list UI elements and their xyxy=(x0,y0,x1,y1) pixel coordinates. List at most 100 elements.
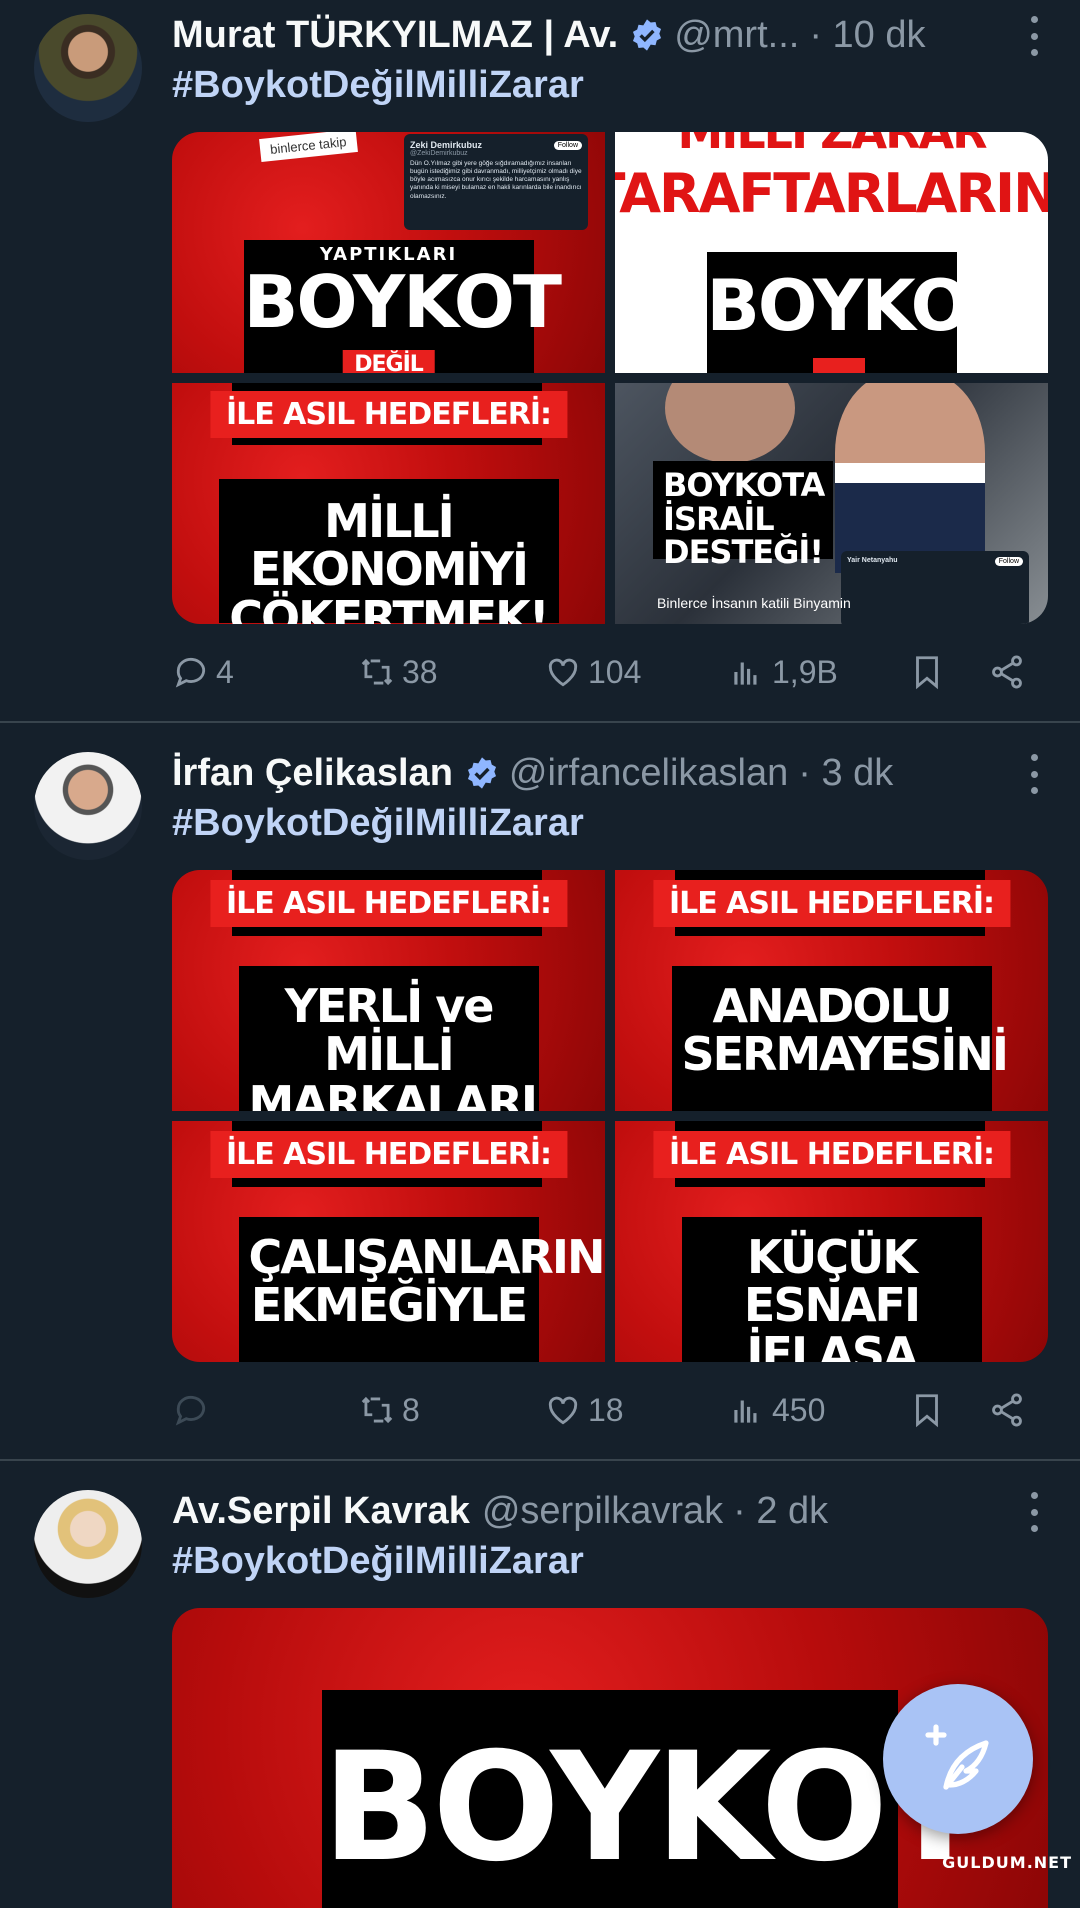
tweet-time: · 3 dk xyxy=(798,751,894,794)
author-name[interactable]: İrfan Çelikaslan xyxy=(172,752,453,795)
overlay-text-box: YERLİ ve MİLLİ MARKALARI xyxy=(238,966,539,1111)
reply-button[interactable] xyxy=(172,1388,216,1432)
like-button[interactable]: 18 xyxy=(544,1388,624,1432)
media-image-1[interactable]: binlerce takip Zeki Demirkubuz Follow @Z… xyxy=(172,132,605,373)
tweet-header: Murat TÜRKYILMAZ | Av. @mrt... · 10 dk xyxy=(172,10,1060,60)
overlay-text-box: ANADOLU SERMAYESİNİ xyxy=(671,966,1009,1111)
share-button[interactable] xyxy=(988,650,1026,694)
heart-icon xyxy=(548,658,578,687)
more-options-icon[interactable] xyxy=(1028,1492,1040,1532)
card-follow-button: Follow xyxy=(553,140,582,150)
media-image-3[interactable]: İLE ASIL HEDEFLERİ: ÇALIŞANLARIN EKMEĞİY… xyxy=(172,1121,605,1362)
like-button[interactable]: 104 xyxy=(544,650,641,694)
verified-badge-icon xyxy=(467,757,496,789)
watermark: GULDUM.NET xyxy=(942,1853,1072,1872)
overlay-text-box: BOYKOTA İSRAİL DESTEĞİ! xyxy=(653,461,833,569)
reply-icon xyxy=(175,657,206,688)
more-options-icon[interactable] xyxy=(1028,754,1040,794)
overlay-text-box: KÜÇÜK ESNAFI İFLASA xyxy=(681,1217,982,1362)
retweet-button[interactable]: 38 xyxy=(358,650,438,694)
card-handle: @ZekiDemirkubuz xyxy=(410,150,468,157)
overlay-text-box: BOYKOT xyxy=(706,252,1016,373)
overlay-band: İLE ASIL HEDEFLERİ: xyxy=(209,880,568,927)
reply-count: 4 xyxy=(216,653,234,690)
author-handle[interactable]: @mrt... xyxy=(674,14,799,57)
bookmark-button[interactable] xyxy=(908,1388,946,1432)
tweet-time: · 2 dk xyxy=(733,1489,829,1532)
card-text: Dün O.Yılmaz gibi yere göğe sığdıramadığ… xyxy=(410,160,582,200)
overlay-band: İLE ASIL HEDEFLERİ: xyxy=(209,1131,568,1178)
card-follow-button: Follow xyxy=(994,557,1023,566)
red-accent xyxy=(813,358,865,373)
person-left xyxy=(665,383,795,463)
share-icon xyxy=(992,1393,1022,1427)
retweet-icon xyxy=(361,658,393,686)
hashtag-link[interactable]: #BoykotDeğilMilliZarar xyxy=(172,64,584,107)
media-image-4[interactable]: İLE ASIL HEDEFLERİ: KÜÇÜK ESNAFI İFLASA xyxy=(615,1121,1048,1362)
person-right xyxy=(835,383,985,573)
media-image-2[interactable]: İLE ASIL HEDEFLERİ: ANADOLU SERMAYESİNİ xyxy=(615,870,1048,1111)
views-button[interactable]: 1,9B xyxy=(728,650,838,694)
overlay-band: İLE ASIL HEDEFLERİ: xyxy=(652,1131,1011,1178)
media-image-3[interactable]: İLE ASIL HEDEFLERİ: MİLLİ EKONOMİYİ ÇÖKE… xyxy=(172,383,605,624)
overlay-red-top: MİLLİ ZARAR xyxy=(677,132,987,159)
compose-feather-plus-icon xyxy=(925,1724,989,1790)
tweet-header: Av.Serpil Kavrak @serpilkavrak · 2 dk xyxy=(172,1486,1060,1536)
media-image-2[interactable]: MİLLİ ZARAR TARAFTARLARINI BOYKOT xyxy=(615,132,1048,373)
avatar[interactable] xyxy=(34,1490,142,1598)
embedded-tweet-card: Zeki Demirkubuz Follow @ZekiDemirkubuz D… xyxy=(404,134,588,230)
image-caption: Binlerce İnsanın katili Binyamin xyxy=(657,595,851,611)
share-button[interactable] xyxy=(988,1388,1026,1432)
author-handle[interactable]: @irfancelikaslan xyxy=(509,752,788,795)
media-image-1[interactable]: İLE ASIL HEDEFLERİ: YERLİ ve MİLLİ MARKA… xyxy=(172,870,605,1111)
tweet-header: İrfan Çelikaslan @irfancelikaslan · 3 dk xyxy=(172,748,1060,798)
image-top-caption: binlerce takip xyxy=(259,132,358,162)
retweet-icon xyxy=(361,1396,393,1424)
compose-tweet-button[interactable] xyxy=(883,1684,1033,1834)
share-icon xyxy=(992,655,1022,689)
overlay-band: İLE ASIL HEDEFLERİ: xyxy=(652,880,1011,927)
tweet-divider xyxy=(0,721,1080,723)
author-name[interactable]: Av.Serpil Kavrak xyxy=(172,1490,470,1533)
like-count: 18 xyxy=(588,1391,624,1428)
avatar[interactable] xyxy=(34,752,142,860)
media-grid: İLE ASIL HEDEFLERİ: YERLİ ve MİLLİ MARKA… xyxy=(172,870,1048,1362)
heart-icon xyxy=(548,1396,578,1425)
embedded-tweet-card: Yair Netanyahu Follow xyxy=(841,551,1029,624)
hashtag-link[interactable]: #BoykotDeğilMilliZarar xyxy=(172,802,584,845)
overlay-red-mid: TARAFTARLARINI xyxy=(615,162,1048,225)
views-count: 450 xyxy=(772,1391,826,1428)
card-name: Yair Netanyahu xyxy=(847,557,898,564)
action-bar: 8 18 450 xyxy=(172,1388,1032,1432)
hashtag-link[interactable]: #BoykotDeğilMilliZarar xyxy=(172,1540,584,1583)
bookmark-icon xyxy=(916,656,938,690)
verified-badge-icon xyxy=(633,19,662,51)
action-bar: 4 38 104 1,9B xyxy=(172,650,1032,694)
views-chart-icon xyxy=(734,1400,757,1423)
avatar[interactable] xyxy=(34,14,142,122)
retweet-count: 8 xyxy=(402,1391,420,1428)
reply-icon xyxy=(175,1395,206,1426)
media-image-4[interactable]: BOYKOTA İSRAİL DESTEĞİ! Yair Netanyahu F… xyxy=(615,383,1048,624)
author-handle[interactable]: @serpilkavrak xyxy=(482,1490,723,1533)
views-count: 1,9B xyxy=(772,653,838,690)
overlay-band: İLE ASIL HEDEFLERİ: xyxy=(209,391,568,438)
reply-button[interactable]: 4 xyxy=(172,650,234,694)
overlay-text-box: ÇALIŞANLARIN EKMEĞİYLE xyxy=(238,1217,605,1362)
views-button[interactable]: 450 xyxy=(728,1388,825,1432)
tweet-1[interactable]: Murat TÜRKYILMAZ | Av. @mrt... · 10 dk #… xyxy=(0,0,1080,720)
overlay-text-box: BOYKOT xyxy=(322,1690,986,1908)
overlay-big-text: BOYKOT xyxy=(322,1721,986,1895)
tweet-2[interactable]: İrfan Çelikaslan @irfancelikaslan · 3 dk… xyxy=(0,738,1080,1458)
bookmark-icon xyxy=(916,1394,938,1428)
author-name[interactable]: Murat TÜRKYILMAZ | Av. xyxy=(172,14,618,57)
more-options-icon[interactable] xyxy=(1028,16,1040,56)
overlay-text-box: MİLLİ EKONOMİYİ ÇÖKERTMEK! xyxy=(218,479,559,624)
retweet-button[interactable]: 8 xyxy=(358,1388,420,1432)
card-name: Zeki Demirkubuz xyxy=(410,140,483,150)
overlay-cut-text: DEĞİL xyxy=(342,350,435,373)
bookmark-button[interactable] xyxy=(908,650,946,694)
retweet-count: 38 xyxy=(402,653,438,690)
like-count: 104 xyxy=(588,653,642,690)
views-chart-icon xyxy=(734,662,757,685)
